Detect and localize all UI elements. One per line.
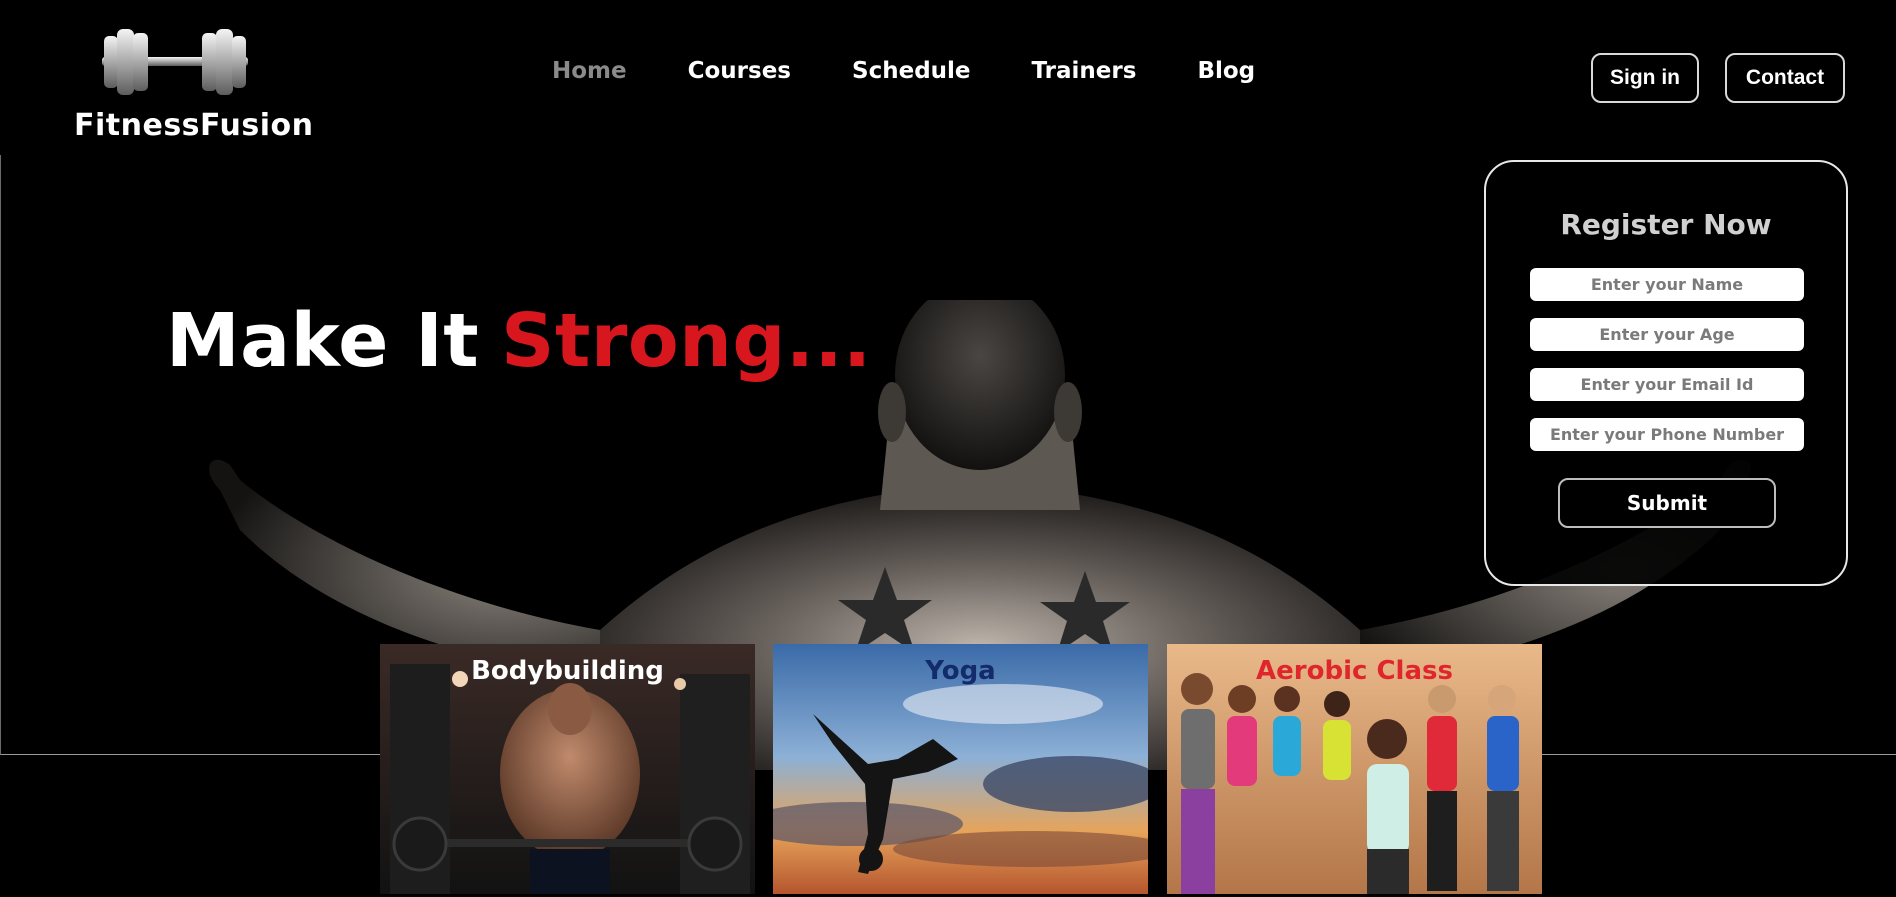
course-card-aerobic[interactable]: Aerobic Class <box>1167 644 1542 894</box>
brand-name: FitnessFusion <box>74 108 314 143</box>
course-title-bodybuilding: Bodybuilding <box>471 656 664 686</box>
email-input[interactable] <box>1530 368 1804 401</box>
nav-schedule[interactable]: Schedule <box>852 58 971 84</box>
hero-headline: Make It Strong... <box>166 298 872 384</box>
course-card-bodybuilding[interactable]: Bodybuilding <box>380 644 755 894</box>
nav-courses[interactable]: Courses <box>688 58 791 84</box>
nav-blog[interactable]: Blog <box>1197 58 1255 84</box>
course-card-yoga[interactable]: Yoga <box>773 644 1148 894</box>
sign-in-button[interactable]: Sign in <box>1591 53 1699 103</box>
contact-button[interactable]: Contact <box>1725 53 1845 103</box>
nav-trainers[interactable]: Trainers <box>1032 58 1137 84</box>
headline-white-text: Make It <box>166 298 480 384</box>
main-nav: Home Courses Schedule Trainers Blog <box>552 58 1316 84</box>
register-title: Register Now <box>1560 208 1772 241</box>
brand-logo[interactable]: FitnessFusion <box>74 26 313 146</box>
course-title-yoga: Yoga <box>925 656 996 686</box>
nav-home[interactable]: Home <box>552 58 627 84</box>
submit-button[interactable]: Submit <box>1558 478 1776 528</box>
dumbbell-icon <box>102 29 248 95</box>
headline-red-text: Strong... <box>501 298 872 384</box>
age-input[interactable] <box>1530 318 1804 351</box>
course-title-aerobic: Aerobic Class <box>1256 656 1453 686</box>
phone-input[interactable] <box>1530 418 1804 451</box>
name-input[interactable] <box>1530 268 1804 301</box>
register-form: Register Now Submit <box>1484 160 1848 586</box>
